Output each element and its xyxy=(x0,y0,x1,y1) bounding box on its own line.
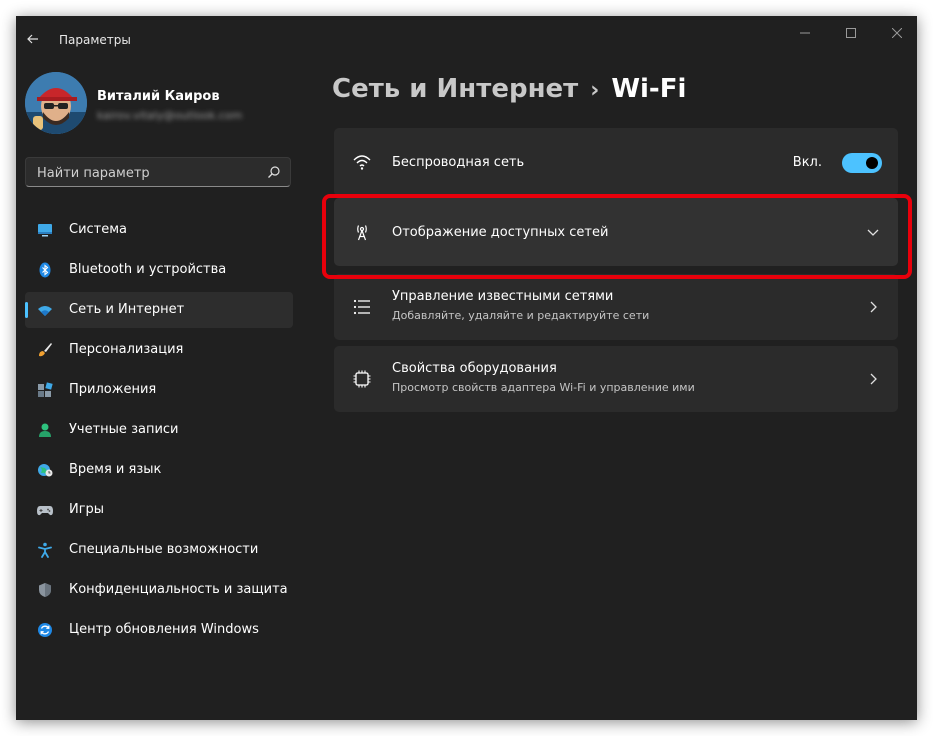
chip-icon xyxy=(353,370,371,388)
sidebar-item-label: Приложения xyxy=(69,382,157,397)
search-icon[interactable] xyxy=(267,165,281,179)
chevron-right-icon[interactable] xyxy=(866,372,880,386)
wireless-toggle[interactable] xyxy=(842,153,882,173)
sidebar-item-time-language[interactable]: Время и язык xyxy=(25,452,293,488)
chevron-down-icon[interactable] xyxy=(866,225,880,239)
close-button[interactable] xyxy=(874,20,917,46)
search-input[interactable]: Найти параметр xyxy=(25,157,291,187)
user-avatar-icon xyxy=(25,72,87,134)
card-subtitle: Добавляйте, удаляйте и редактируйте сети xyxy=(392,309,650,322)
breadcrumb-separator: › xyxy=(590,78,600,103)
manage-known-networks-card[interactable]: Управление известными сетями Добавляйте,… xyxy=(334,274,898,340)
apps-icon xyxy=(38,382,53,397)
sidebar-item-label: Система xyxy=(69,222,128,237)
card-title: Управление известными сетями xyxy=(392,289,614,304)
person-icon xyxy=(39,423,51,437)
show-available-networks-card[interactable]: Отображение доступных сетей xyxy=(334,198,898,266)
breadcrumb-parent[interactable]: Сеть и Интернет xyxy=(332,74,578,104)
user-email: kairov.vitaly@outlook.com xyxy=(97,109,243,122)
sidebar-item-label: Bluetooth и устройства xyxy=(69,262,227,277)
sidebar-item-label: Центр обновления Windows xyxy=(69,622,259,637)
selection-indicator xyxy=(25,302,28,318)
card-title: Свойства оборудования xyxy=(392,361,557,376)
minimize-button[interactable] xyxy=(782,20,828,46)
sidebar-item-personalization[interactable]: Персонализация xyxy=(25,332,293,368)
wireless-network-card: Беспроводная сеть Вкл. xyxy=(334,128,898,196)
maximize-icon xyxy=(846,28,856,38)
avatar[interactable] xyxy=(25,72,87,134)
sidebar-item-label: Конфиденциальность и защита xyxy=(69,582,288,597)
sidebar-item-label: Учетные записи xyxy=(69,422,179,437)
list-icon xyxy=(353,299,370,315)
brush-icon xyxy=(39,343,52,357)
sidebar-item-bluetooth[interactable]: Bluetooth и устройства xyxy=(25,252,293,288)
minimize-icon xyxy=(800,32,810,34)
sidebar-item-accessibility[interactable]: Специальные возможности xyxy=(25,532,293,568)
back-button[interactable] xyxy=(22,28,44,50)
gamepad-icon xyxy=(37,506,53,516)
card-subtitle: Просмотр свойств адаптера Wi-Fi и управл… xyxy=(392,381,695,394)
title-bar: Параметры xyxy=(16,16,917,56)
antenna-icon xyxy=(357,225,367,241)
page-title: Wi-Fi xyxy=(611,74,687,104)
search-placeholder: Найти параметр xyxy=(37,166,150,181)
maximize-button[interactable] xyxy=(828,20,874,46)
hardware-properties-card[interactable]: Свойства оборудования Просмотр свойств а… xyxy=(334,346,898,412)
sidebar-item-label: Сеть и Интернет xyxy=(69,302,185,317)
sidebar-item-system[interactable]: Система xyxy=(25,212,293,248)
sidebar-item-label: Время и язык xyxy=(69,462,162,477)
sidebar-nav: Система Bluetooth и устройства Сеть и Ин… xyxy=(25,212,293,652)
sidebar-item-apps[interactable]: Приложения xyxy=(25,372,293,408)
sidebar-item-label: Персонализация xyxy=(69,342,184,357)
close-icon xyxy=(892,28,902,38)
chevron-right-icon[interactable] xyxy=(866,300,880,314)
sidebar-item-label: Игры xyxy=(69,502,105,517)
app-title: Параметры xyxy=(59,33,131,47)
shield-icon xyxy=(39,583,51,597)
user-name: Виталий Каиров xyxy=(97,89,220,104)
sidebar-item-gaming[interactable]: Игры xyxy=(25,492,293,528)
wifi-icon xyxy=(38,306,52,316)
sidebar-item-accounts[interactable]: Учетные записи xyxy=(25,412,293,448)
sidebar-item-label: Специальные возможности xyxy=(69,542,259,557)
breadcrumb: Сеть и Интернет › Wi-Fi xyxy=(332,74,686,104)
card-title: Отображение доступных сетей xyxy=(392,225,609,240)
globe-clock-icon xyxy=(38,464,53,477)
sidebar-item-windows-update[interactable]: Центр обновления Windows xyxy=(25,612,293,648)
sidebar-item-privacy[interactable]: Конфиденциальность и защита xyxy=(25,572,293,608)
toggle-knob xyxy=(866,157,878,169)
accessibility-icon xyxy=(38,542,52,558)
toggle-state-label: Вкл. xyxy=(792,155,822,170)
bluetooth-icon xyxy=(39,262,51,278)
wifi-icon xyxy=(353,155,371,170)
update-icon xyxy=(38,623,52,637)
display-icon xyxy=(38,224,52,237)
settings-window: Параметры Виталий Каиров kairov.vitaly@o… xyxy=(16,16,917,720)
card-title: Беспроводная сеть xyxy=(392,155,525,170)
arrow-left-icon xyxy=(27,34,38,44)
sidebar-item-network[interactable]: Сеть и Интернет xyxy=(25,292,293,328)
